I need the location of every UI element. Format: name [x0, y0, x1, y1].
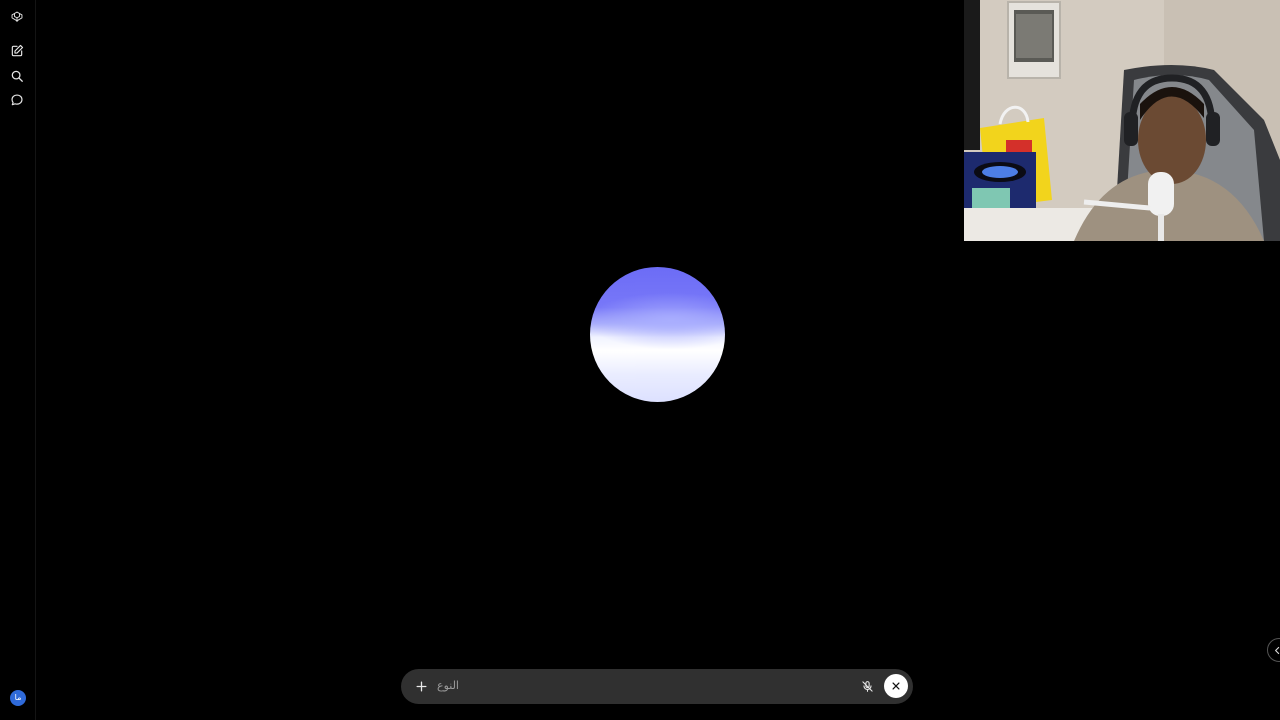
chats-button[interactable] — [5, 88, 29, 112]
chevron-left-icon — [1275, 646, 1280, 654]
mute-microphone-button[interactable] — [857, 676, 877, 696]
webcam-overlay — [964, 0, 1280, 241]
openai-logo-icon — [11, 11, 23, 22]
attach-button[interactable] — [409, 674, 433, 698]
message-input[interactable] — [435, 676, 859, 699]
search-icon — [11, 70, 23, 82]
end-voice-button[interactable] — [884, 674, 908, 698]
side-panel-toggle[interactable] — [1267, 638, 1280, 662]
new-chat-icon — [11, 44, 24, 57]
home-button[interactable] — [5, 5, 29, 29]
webcam-video-frame — [964, 0, 1280, 241]
voice-orb — [590, 267, 725, 402]
search-chats-button[interactable] — [5, 64, 29, 88]
user-avatar[interactable]: ما — [10, 690, 26, 706]
voice-composer: النوع — [401, 669, 913, 704]
close-icon — [892, 682, 900, 690]
chat-bubble-icon — [11, 94, 23, 106]
sidebar-rail: ما — [0, 0, 36, 720]
voice-mode-screen: ما النوع — [0, 0, 1280, 720]
plus-icon — [416, 681, 426, 691]
mic-muted-icon — [861, 680, 873, 692]
new-chat-button[interactable] — [5, 39, 29, 63]
